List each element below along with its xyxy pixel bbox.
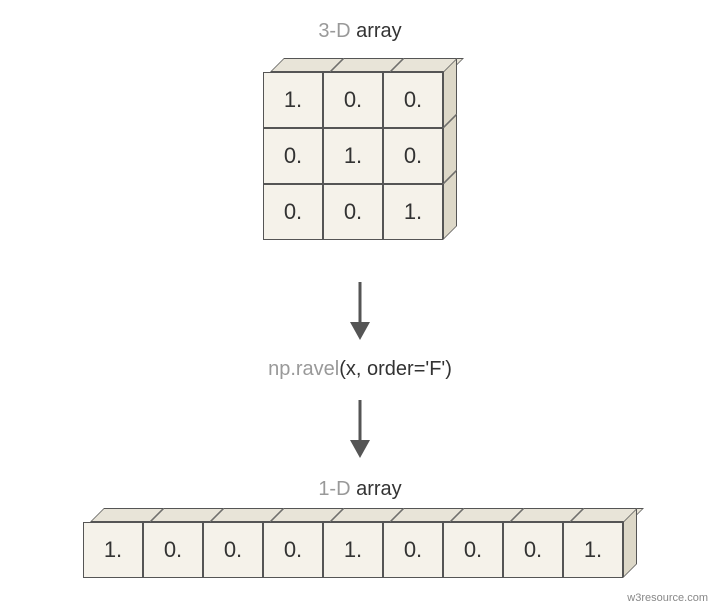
cube-front-face: 0. bbox=[323, 184, 383, 240]
cube-cell: 1. bbox=[323, 508, 383, 564]
arrow-down-2 bbox=[345, 398, 375, 460]
cube-front-face: 0. bbox=[263, 522, 323, 578]
code-label: np.ravel(x, order='F') bbox=[0, 358, 720, 381]
cube-front-face: 1. bbox=[83, 522, 143, 578]
code-args: (x, order='F') bbox=[339, 358, 452, 380]
cube-side-face bbox=[623, 508, 637, 578]
cube-cell: 0. bbox=[263, 508, 323, 564]
cube-front-face: 1. bbox=[383, 184, 443, 240]
title-1d-array: 1-D array bbox=[0, 478, 720, 501]
cube-cell: 0. bbox=[203, 508, 263, 564]
cube-front-face: 0. bbox=[143, 522, 203, 578]
cube-cell: 0. bbox=[143, 508, 203, 564]
cube-grid-3d: 1.0.0.0.1.0.0.0.1. bbox=[263, 58, 457, 240]
cube-row-1d: 1.0.0.0.1.0.0.0.1. bbox=[83, 508, 637, 578]
cube-cell: 1. bbox=[263, 58, 323, 114]
cube-cell: 1. bbox=[383, 170, 443, 226]
cube-cell: 0. bbox=[323, 58, 383, 114]
cube-front-face: 0. bbox=[203, 522, 263, 578]
cube-cell: 0. bbox=[383, 114, 443, 170]
title-3d-array: 3-D array bbox=[0, 20, 720, 43]
cube-side-face bbox=[443, 170, 457, 240]
arrow-down-1 bbox=[345, 280, 375, 342]
watermark: w3resource.com bbox=[627, 592, 708, 604]
cube-front-face: 1. bbox=[563, 522, 623, 578]
cube-front-face: 0. bbox=[503, 522, 563, 578]
cube-cell: 1. bbox=[563, 508, 623, 564]
cube-cell: 1. bbox=[323, 114, 383, 170]
cube-front-face: 0. bbox=[263, 184, 323, 240]
code-func: np.ravel bbox=[268, 358, 339, 380]
title-3d-word: array bbox=[351, 20, 402, 42]
cube-cell: 1. bbox=[83, 508, 143, 564]
title-3d-dim: 3-D bbox=[318, 20, 350, 42]
cube-front-face: 1. bbox=[323, 522, 383, 578]
cube-cell: 0. bbox=[263, 170, 323, 226]
cube-cell: 0. bbox=[443, 508, 503, 564]
cube-front-face: 0. bbox=[443, 522, 503, 578]
cube-front-face: 0. bbox=[383, 522, 443, 578]
cube-cell: 0. bbox=[323, 170, 383, 226]
cube-cell: 0. bbox=[383, 508, 443, 564]
title-1d-word: array bbox=[351, 478, 402, 500]
cube-cell: 0. bbox=[263, 114, 323, 170]
cube-cell: 0. bbox=[503, 508, 563, 564]
cube-cell: 0. bbox=[383, 58, 443, 114]
title-1d-dim: 1-D bbox=[318, 478, 350, 500]
